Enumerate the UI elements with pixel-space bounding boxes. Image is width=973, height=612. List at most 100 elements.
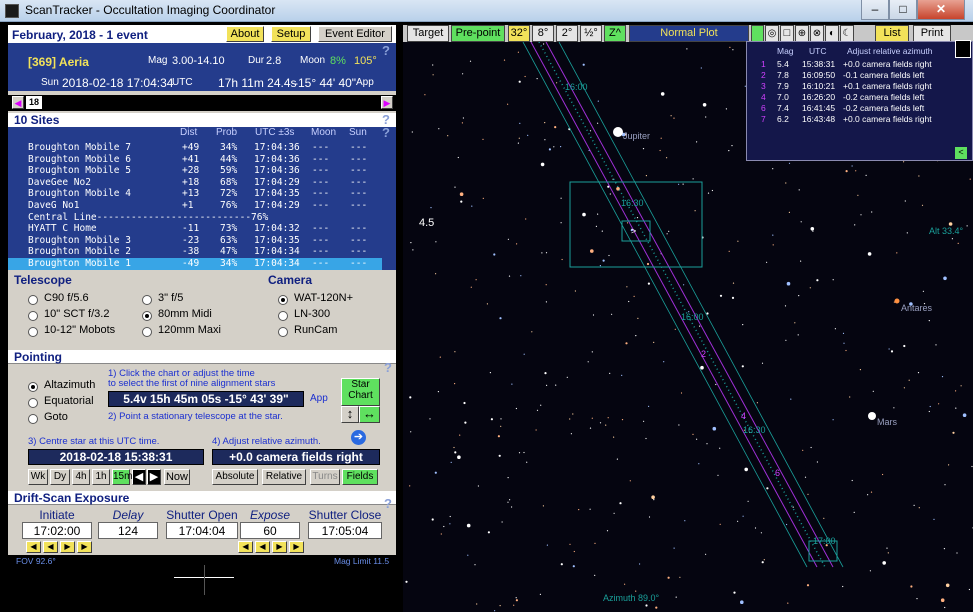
zoom-button[interactable]: Z^ [604, 25, 626, 42]
help-icon[interactable]: ? [382, 125, 390, 140]
fov-half-button[interactable]: ½° [580, 25, 602, 42]
time-step-button[interactable]: Dy [50, 469, 70, 485]
fov-8-button[interactable]: 8° [532, 25, 554, 42]
antares-icon[interactable] [894, 298, 900, 304]
pointing-option[interactable]: Altazimuth [44, 379, 95, 391]
alignment-row[interactable]: 4 7.0 16:26:20 -0.2 camera fields left [747, 92, 973, 103]
print-button[interactable]: Print [913, 25, 951, 42]
maximize-button[interactable]: □ [889, 0, 917, 20]
step-back-arrow-icon[interactable]: ◀ [132, 469, 146, 485]
col-prob[interactable]: Prob [216, 127, 237, 138]
alignment-row[interactable]: 7 6.2 16:43:48 +0.0 camera fields right [747, 114, 973, 125]
telescope-option[interactable]: C90 f/5.6 [44, 292, 89, 304]
table-row[interactable]: Broughton Mobile 7 +49 34% 17:04:36 --- --- [8, 142, 382, 154]
time-step-button[interactable]: 4h [72, 469, 90, 485]
help-icon[interactable]: ? [384, 496, 392, 511]
telescope-radio[interactable] [28, 327, 38, 337]
camera-radio[interactable] [278, 327, 288, 337]
day-slider[interactable]: ◀ 18 ▶ [8, 95, 396, 111]
plot-mode[interactable]: Normal Plot [629, 25, 749, 42]
table-row[interactable]: Broughton Mobile 4 +13 72% 17:04:35 --- --- [8, 188, 382, 200]
drift-value[interactable]: 17:02:00 [22, 522, 92, 539]
mars-icon[interactable] [868, 412, 876, 420]
alignment-row[interactable]: 3 7.9 16:10:21 +0.1 camera fields right [747, 81, 973, 92]
table-row[interactable]: DaveGee No2 +18 68% 17:04:29 --- --- [8, 177, 382, 189]
target-button[interactable]: Target [407, 25, 449, 42]
camera-option[interactable]: LN-300 [294, 308, 330, 320]
drift-value[interactable]: 17:04:04 [166, 522, 238, 539]
star-chart[interactable]: Target Pre-point 32° 8° 2° ½° Z^ Normal … [403, 25, 973, 612]
table-row[interactable]: Broughton Mobile 3 -23 63% 17:04:35 --- --- [8, 235, 382, 247]
prev-day-arrow-icon[interactable]: ◀ [12, 96, 24, 109]
drift-step-arrow-icon[interactable]: ◀ [255, 541, 270, 553]
step-forward-arrow-icon[interactable]: ▶ [147, 469, 161, 485]
alignment-row[interactable]: 6 7.4 16:41:45 -0.2 camera fields left [747, 103, 973, 114]
time-step-button[interactable]: 15m [112, 469, 132, 485]
fov-32-button[interactable]: 32° [508, 25, 530, 42]
table-row[interactable]: HYATT C Home -11 73% 17:04:32 --- --- [8, 223, 382, 235]
star-marker-1[interactable]: > [631, 226, 636, 236]
fov-2-button[interactable]: 2° [556, 25, 578, 42]
help-icon[interactable]: ? [382, 43, 390, 58]
col-dist[interactable]: Dist [180, 127, 197, 138]
camera-option[interactable]: RunCam [294, 324, 337, 336]
time-step-button[interactable]: 1h [92, 469, 110, 485]
azimuth-mode-button[interactable]: Absolute [212, 469, 258, 485]
drift-value[interactable]: 124 [98, 522, 158, 539]
col-moon[interactable]: Moon [311, 127, 336, 138]
grid-toggle-icon[interactable] [751, 25, 764, 42]
time-step-button[interactable]: Wk [28, 469, 48, 485]
globe-icon[interactable]: ⊗ [810, 25, 824, 42]
drift-value[interactable]: 17:05:04 [308, 522, 382, 539]
table-row[interactable]: Central Line---------------------------7… [8, 212, 382, 224]
telescope-radio[interactable] [142, 327, 152, 337]
drift-step-arrow-icon[interactable]: ▶ [289, 541, 304, 553]
table-row[interactable]: Broughton Mobile 5 +28 59% 17:04:36 --- --- [8, 165, 382, 177]
drift-value[interactable]: 60 [240, 522, 300, 539]
telescope-option[interactable]: 3" f/5 [158, 292, 183, 304]
vertical-arrow-icon[interactable]: ↕ [341, 406, 359, 423]
telescope-radio[interactable] [28, 295, 38, 305]
drift-step-arrow-icon[interactable]: ◀ [238, 541, 253, 553]
azimuth-display[interactable]: +0.0 camera fields right [212, 449, 380, 465]
day-thumb[interactable]: 18 [26, 96, 42, 109]
setup-button[interactable]: Setup [271, 26, 311, 42]
telescope-radio[interactable] [142, 295, 152, 305]
drift-step-arrow-icon[interactable]: ◀ [26, 541, 41, 553]
circle-icon[interactable]: ◎ [765, 25, 779, 42]
minimize-button[interactable]: – [861, 0, 889, 20]
alignment-star-list[interactable]: Mag UTC Adjust relative azimuth 1 5.4 15:3… [746, 40, 973, 161]
event-editor-button[interactable]: Event Editor [318, 26, 392, 42]
telescope-option[interactable]: 10-12" Mobots [44, 324, 115, 336]
pointing-option[interactable]: Goto [44, 411, 68, 423]
month-label[interactable]: February, 2018 - 1 event [12, 28, 148, 42]
table-row[interactable]: DaveG No1 +1 76% 17:04:29 --- --- [8, 200, 382, 212]
next-day-arrow-icon[interactable]: ▶ [381, 96, 393, 109]
drift-step-arrow-icon[interactable]: ▶ [77, 541, 92, 553]
pointing-radio[interactable] [28, 398, 38, 408]
collapse-arrow-icon[interactable]: < [955, 147, 967, 159]
drift-step-arrow-icon[interactable]: ▶ [272, 541, 287, 553]
alignment-row[interactable]: 1 5.4 15:38:31 +0.0 camera fields right [747, 59, 973, 70]
telescope-radio[interactable] [28, 311, 38, 321]
crosshair-icon[interactable]: ⊕ [795, 25, 809, 42]
drift-step-arrow-icon[interactable]: ◀ [43, 541, 58, 553]
prepoint-button[interactable]: Pre-point [451, 25, 505, 42]
list-button[interactable]: List [875, 25, 909, 42]
star-chart-button[interactable]: Star Chart [341, 378, 380, 406]
star-marker-4[interactable]: 4 [741, 411, 746, 421]
pointing-radio[interactable] [28, 414, 38, 424]
azimuth-mode-button[interactable]: Fields [342, 469, 378, 485]
table-row[interactable]: Broughton Mobile 1 -49 34% 17:04:34 --- --- [8, 258, 382, 270]
moon-icon[interactable]: ☾ [840, 25, 854, 42]
alignment-row[interactable]: 2 7.8 16:09:50 -0.1 camera fields left [747, 70, 973, 81]
telescope-option[interactable]: 120mm Maxi [158, 324, 221, 336]
col-sun[interactable]: Sun [349, 127, 367, 138]
camera-radio[interactable] [278, 295, 288, 305]
pointing-option[interactable]: Equatorial [44, 395, 94, 407]
telescope-radio[interactable] [142, 311, 152, 321]
help-icon[interactable]: ? [384, 360, 392, 375]
about-button[interactable]: About [226, 26, 264, 42]
camera-radio[interactable] [278, 311, 288, 321]
col-utc[interactable]: UTC ±3s [255, 127, 294, 138]
